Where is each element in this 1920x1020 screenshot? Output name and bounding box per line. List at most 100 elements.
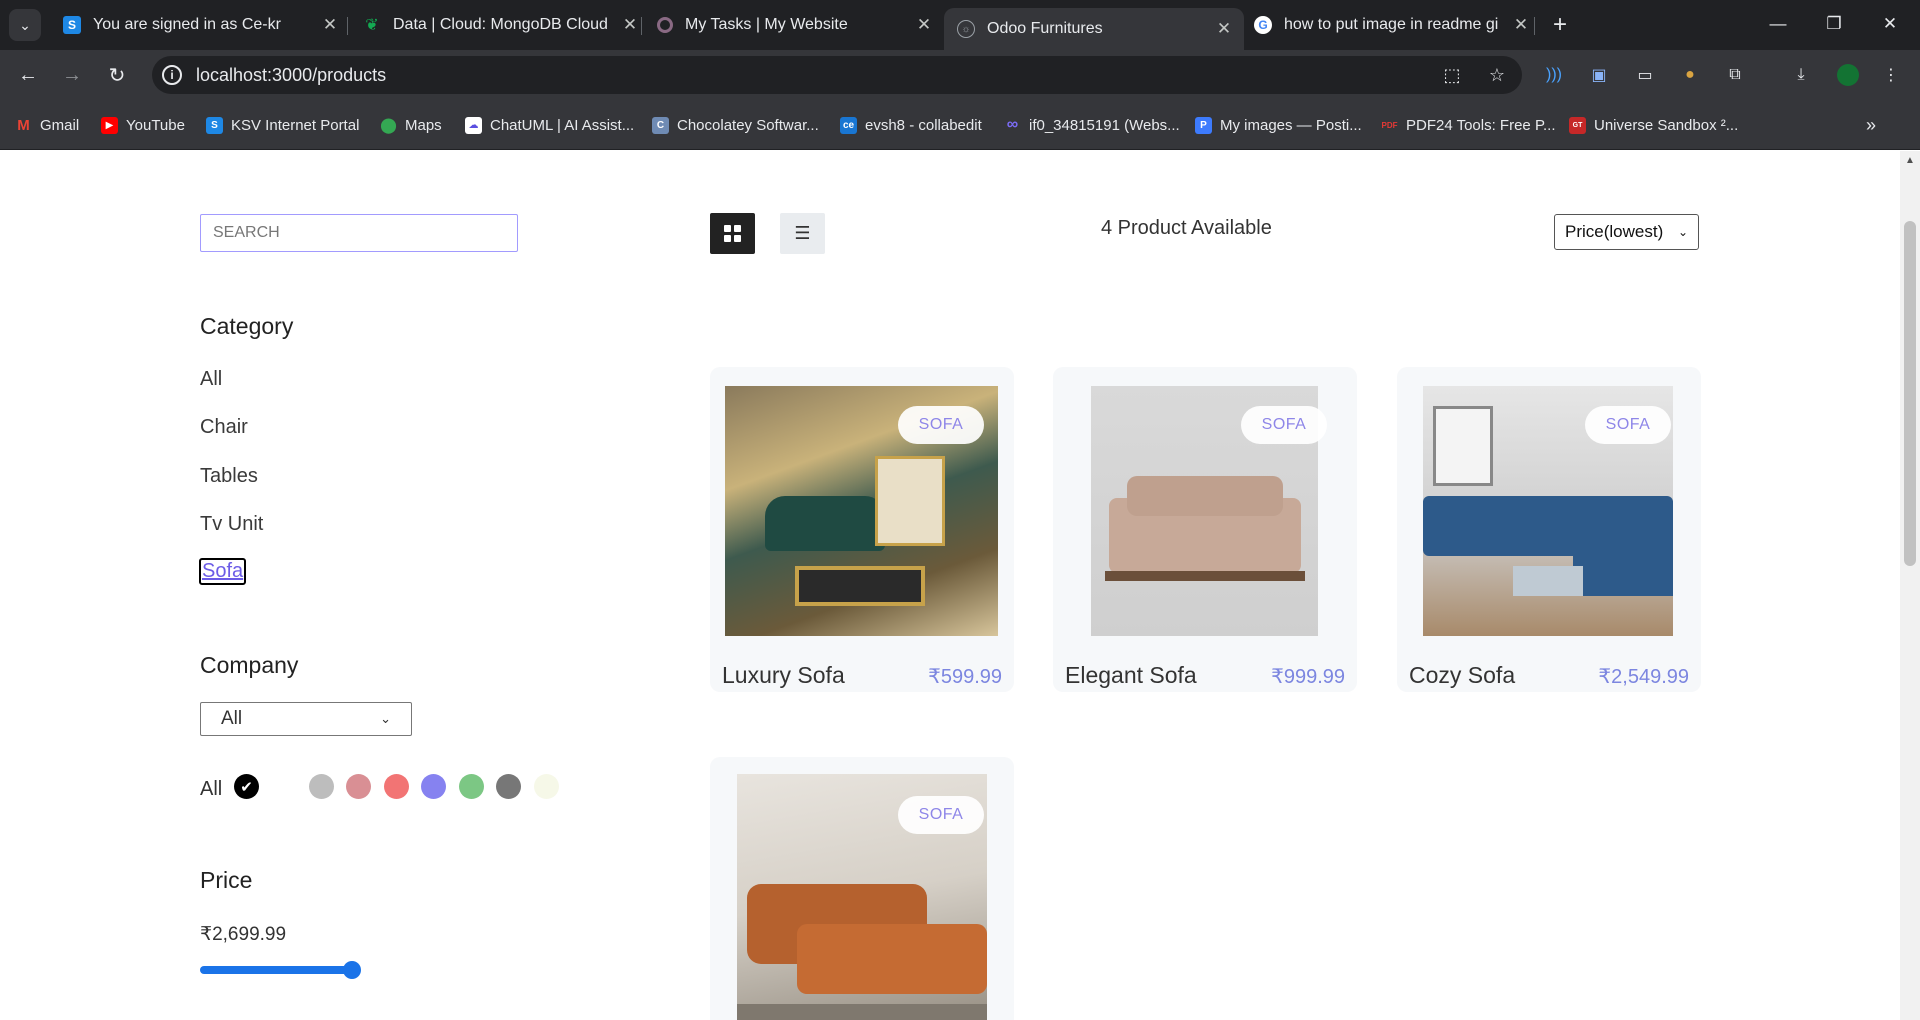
- mongodb-leaf-icon: ❦: [365, 17, 379, 34]
- chevron-down-icon: ⌄: [1677, 225, 1688, 239]
- price-slider-handle[interactable]: [343, 961, 361, 979]
- chocolatey-icon: C: [652, 116, 669, 134]
- tab-extension-icon[interactable]: ▭: [1634, 64, 1656, 86]
- color-swatch-light-gray[interactable]: [309, 774, 334, 799]
- globe-favicon-icon: ☼: [957, 20, 975, 38]
- bookmark-maps[interactable]: ⬤ Maps: [380, 115, 442, 135]
- forward-button[interactable]: →: [56, 59, 88, 91]
- bookmark-youtube[interactable]: ▶ YouTube: [101, 115, 185, 135]
- site-info-icon[interactable]: i: [162, 65, 182, 85]
- category-badge: SOFA: [898, 796, 984, 834]
- bookmark-label: KSV Internet Portal: [231, 116, 360, 134]
- tab-odoo-furnitures[interactable]: ☼ Odoo Furnitures ✕: [944, 8, 1244, 50]
- product-card[interactable]: SOFA Cozy Sofa ₹2,549.99: [1397, 367, 1701, 692]
- new-tab-button[interactable]: +: [1544, 9, 1576, 41]
- ring-favicon-icon: [657, 17, 673, 33]
- grid-view-button[interactable]: [710, 213, 755, 254]
- tab-search-button[interactable]: ⌄: [9, 9, 41, 41]
- category-chair[interactable]: Chair: [200, 416, 248, 439]
- bookmark-label: evsh8 - collabedit: [865, 116, 982, 134]
- product-card[interactable]: SOFA Elegant Sofa ₹999.99: [1053, 367, 1357, 692]
- browser-toolbar: ← → ↻ i localhost:3000/products ⬚ ☆ ))) …: [0, 50, 1920, 100]
- tab-mongodb[interactable]: ❦ Data | Cloud: MongoDB Cloud ✕: [350, 8, 650, 42]
- category-sofa[interactable]: Sofa: [199, 558, 247, 585]
- category-tv-unit[interactable]: Tv Unit: [200, 513, 263, 536]
- sort-selected-value: Price(lowest): [1565, 222, 1664, 241]
- close-icon[interactable]: ✕: [620, 15, 640, 35]
- color-swatch-gray[interactable]: [496, 774, 521, 799]
- tab-google-search[interactable]: G how to put image in readme gi ✕: [1241, 8, 1541, 42]
- product-price: ₹599.99: [928, 666, 1002, 688]
- pdf24-icon: PDF: [1381, 120, 1398, 130]
- close-icon[interactable]: ✕: [1511, 15, 1531, 35]
- product-name: Elegant Sofa: [1065, 662, 1197, 688]
- color-swatch-green[interactable]: [459, 774, 484, 799]
- bookmark-label: Chocolatey Softwar...: [677, 116, 819, 134]
- tab-divider: [641, 17, 642, 35]
- ksv-icon: S: [206, 116, 223, 134]
- color-swatch-rose[interactable]: [346, 774, 371, 799]
- screenshot-extension-icon[interactable]: ▣: [1588, 64, 1610, 86]
- category-badge: SOFA: [1241, 406, 1327, 444]
- bookmarks-bar: M Gmail ▶ YouTube S KSV Internet Portal …: [0, 100, 1920, 150]
- bookmark-webs[interactable]: ∞ if0_34815191 (Webs...: [1004, 115, 1180, 135]
- bookmark-chatuml[interactable]: ☁ ChatUML | AI Assist...: [465, 115, 634, 135]
- more-bookmarks-icon[interactable]: »: [1866, 115, 1876, 135]
- more-menu-icon[interactable]: ⋮: [1880, 64, 1902, 86]
- youtube-icon: ▶: [101, 116, 118, 134]
- tab-signed-in[interactable]: S You are signed in as Ce-kr ✕: [50, 8, 350, 42]
- scroll-up-arrow-icon[interactable]: ▲: [1905, 155, 1915, 166]
- company-select[interactable]: All ⌄: [200, 702, 412, 736]
- close-window-button[interactable]: ✕: [1862, 6, 1918, 42]
- bookmark-gmail[interactable]: M Gmail: [15, 115, 79, 135]
- bookmark-ksv[interactable]: S KSV Internet Portal: [206, 115, 359, 135]
- sort-select[interactable]: Price(lowest) ⌄: [1554, 214, 1699, 250]
- colors-all-label[interactable]: All: [200, 778, 222, 801]
- back-button[interactable]: ←: [12, 59, 44, 91]
- close-icon[interactable]: ✕: [1214, 19, 1234, 39]
- product-card[interactable]: SOFA: [710, 757, 1014, 1020]
- collabedit-icon: ce: [840, 116, 857, 134]
- install-app-icon[interactable]: ⬚: [1440, 64, 1464, 86]
- color-swatch-red[interactable]: [384, 774, 409, 799]
- bookmark-label: if0_34815191 (Webs...: [1029, 116, 1180, 134]
- bookmark-chocolatey[interactable]: C Chocolatey Softwar...: [652, 115, 819, 135]
- category-all[interactable]: All: [200, 368, 222, 391]
- close-icon[interactable]: ✕: [320, 15, 340, 35]
- company-selected-value: All: [221, 708, 243, 729]
- price-value: ₹2,699.99: [200, 924, 287, 945]
- product-card[interactable]: SOFA Luxury Sofa ₹599.99: [710, 367, 1014, 692]
- bookmark-star-icon[interactable]: ☆: [1485, 64, 1509, 86]
- category-tables[interactable]: Tables: [200, 465, 258, 488]
- list-view-button[interactable]: ☰: [780, 213, 825, 254]
- profile-avatar[interactable]: [1837, 64, 1859, 86]
- bookmark-universe-sandbox[interactable]: GT Universe Sandbox ²...: [1569, 115, 1738, 135]
- download-icon[interactable]: ⤓: [1790, 64, 1812, 86]
- page-scrollbar[interactable]: ▲: [1900, 151, 1920, 1020]
- address-bar[interactable]: i localhost:3000/products ⬚ ☆: [152, 56, 1522, 94]
- tab-my-tasks[interactable]: My Tasks | My Website ✕: [644, 8, 944, 42]
- url-text: localhost:3000/products: [196, 65, 387, 85]
- close-icon[interactable]: ✕: [914, 15, 934, 35]
- minimize-button[interactable]: —: [1750, 6, 1806, 42]
- cast-extension-icon[interactable]: ))): [1543, 64, 1565, 86]
- bookmark-collabedit[interactable]: ce evsh8 - collabedit: [840, 115, 982, 135]
- cookie-extension-icon[interactable]: ●: [1679, 64, 1701, 86]
- reload-button[interactable]: ↻: [101, 59, 133, 91]
- color-swatch-purple[interactable]: [421, 774, 446, 799]
- bookmark-pdf24[interactable]: PDF PDF24 Tools: Free P...: [1381, 115, 1556, 135]
- google-icon: G: [1254, 16, 1272, 34]
- tab-title: Data | Cloud: MongoDB Cloud: [393, 16, 608, 33]
- color-swatch-black[interactable]: ✔: [234, 774, 259, 799]
- restore-button[interactable]: ❐: [1806, 6, 1862, 42]
- extensions-puzzle-icon[interactable]: ⧉: [1724, 64, 1746, 86]
- bookmark-label: Maps: [405, 116, 442, 134]
- price-slider-track[interactable]: [200, 966, 352, 974]
- scrollbar-thumb[interactable]: [1904, 221, 1916, 566]
- s-favicon-icon: S: [63, 16, 81, 34]
- company-heading: Company: [200, 652, 299, 678]
- tab-divider: [347, 17, 348, 35]
- search-input[interactable]: [200, 214, 518, 252]
- color-swatch-cream[interactable]: [534, 774, 559, 799]
- bookmark-my-images[interactable]: P My images — Posti...: [1195, 115, 1362, 135]
